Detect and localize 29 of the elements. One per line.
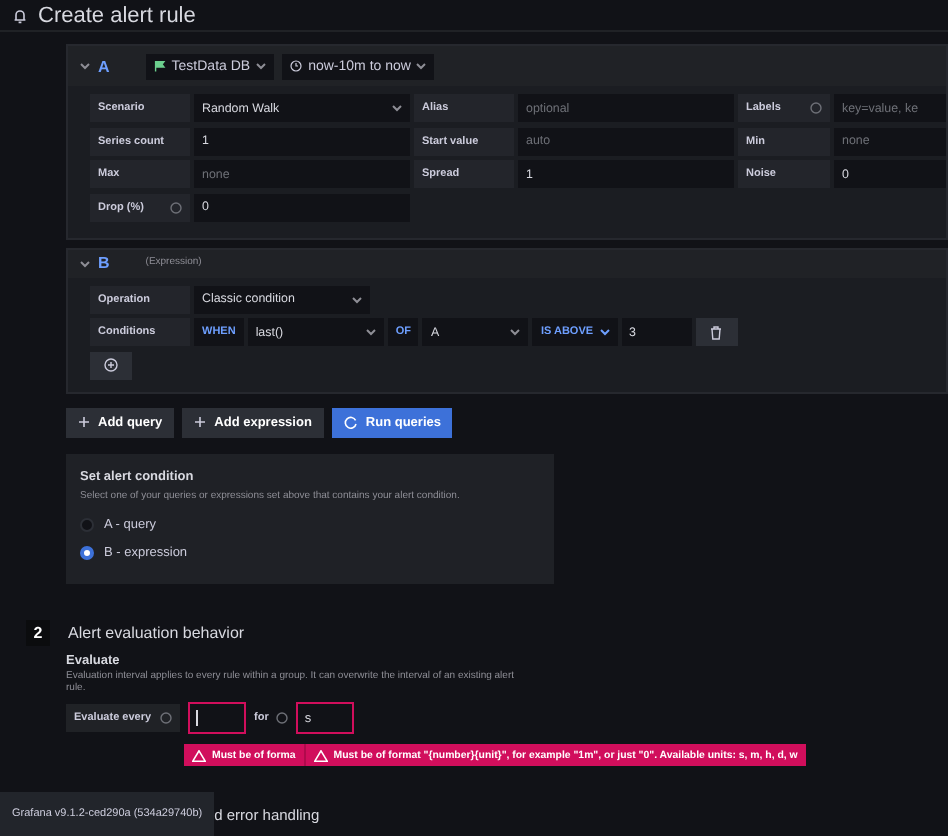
input-field[interactable] <box>188 702 246 734</box>
plus-circle-icon <box>104 358 118 373</box>
caret-icon <box>392 104 402 113</box>
query-ref: A <box>98 57 110 76</box>
flag-icon <box>153 60 166 73</box>
section-title: Alert evaluation behavior <box>68 623 245 641</box>
trash-icon <box>710 325 723 340</box>
caret-icon <box>599 328 610 337</box>
caret-icon <box>256 62 267 71</box>
caret-icon <box>365 328 376 337</box>
caret-icon <box>352 295 362 304</box>
query-ref: B <box>98 254 110 273</box>
info-icon <box>160 712 172 724</box>
plus-icon <box>78 416 90 429</box>
caret-icon <box>416 62 427 71</box>
chevron-down-icon[interactable] <box>80 62 90 71</box>
add-condition-button[interactable] <box>90 351 132 380</box>
caret-icon <box>510 328 521 337</box>
page-title: Create alert rule <box>38 3 196 28</box>
plus-icon <box>194 416 207 429</box>
step-number: 2 <box>26 619 50 645</box>
info-icon <box>276 712 289 724</box>
clock-icon <box>290 60 303 73</box>
warning-icon <box>313 749 328 761</box>
chevron-down-icon[interactable] <box>80 259 90 268</box>
refresh-icon <box>343 415 358 430</box>
delete-button[interactable] <box>695 318 738 347</box>
bell-icon <box>12 7 28 24</box>
warning-icon <box>192 749 206 761</box>
